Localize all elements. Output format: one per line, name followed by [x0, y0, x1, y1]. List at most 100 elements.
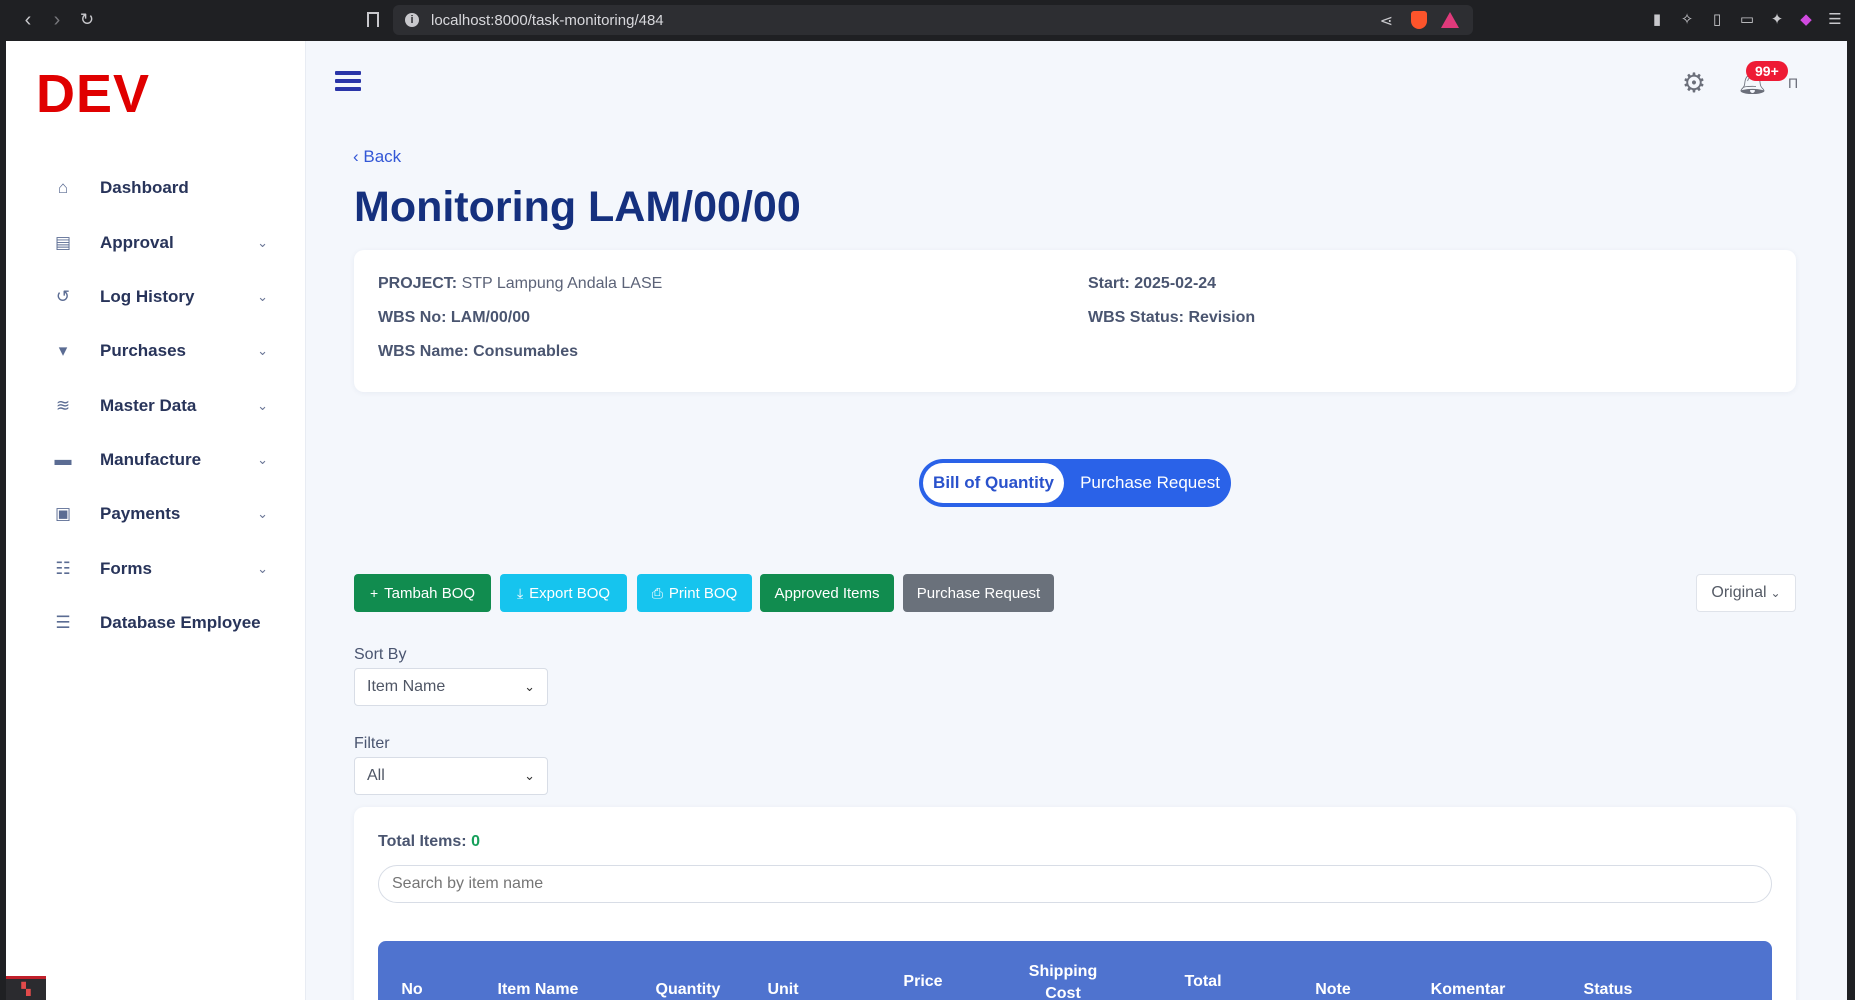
sidebar-item-label: Database Employee	[100, 613, 261, 632]
menu-icon[interactable]: ☰	[1826, 11, 1844, 29]
wbs-no-text: WBS No: LAM/00/00	[378, 309, 531, 326]
items-table-header: No Item Name Quantity Unit Price Shippin…	[378, 941, 1772, 1000]
sidebar-item-label: Forms	[100, 559, 152, 578]
item-search-input[interactable]	[378, 865, 1772, 903]
chevron-down-icon: ⌄	[257, 343, 268, 358]
column-header[interactable]: Note	[1298, 981, 1368, 999]
total-items-label: Total Items:	[378, 833, 467, 850]
print-icon: ⎙	[651, 584, 663, 601]
column-header[interactable]: Total	[1168, 973, 1238, 991]
leo-icon[interactable]: ✦	[1768, 11, 1786, 29]
gear-icon[interactable]: ⚙	[1680, 69, 1708, 97]
approved-items-button[interactable]: Approved Items	[760, 574, 894, 612]
sidebar: DEV ⌂ Dashboard ▤ Approval ⌄ ↺ Log Histo…	[6, 41, 306, 1000]
sidebar-item-forms[interactable]: ☷ Forms ⌄	[52, 549, 268, 589]
share-icon[interactable]: ⋖	[1380, 11, 1393, 31]
chevron-down-icon: ⌄	[257, 235, 268, 250]
approval-icon: ▤	[54, 233, 72, 252]
chevron-down-icon: ⌄	[257, 452, 268, 467]
sidebar-toggle-icon[interactable]: ▯	[1708, 11, 1726, 29]
chevron-down-icon: ⌄	[524, 679, 535, 694]
back-link[interactable]: ‹ Back	[353, 147, 401, 167]
total-items: Total Items: 0	[378, 833, 480, 851]
bookmark-icon[interactable]	[367, 12, 379, 27]
view-toggle: Bill of Quantity Purchase Request	[919, 459, 1231, 507]
app-logo[interactable]: DEV	[36, 63, 150, 125]
column-header[interactable]: Quantity	[643, 981, 733, 999]
filter-value: All	[367, 767, 385, 784]
version-select[interactable]: Original ⌄	[1696, 574, 1796, 612]
reload-icon[interactable]: ↻	[75, 8, 99, 32]
chevron-down-icon: ⌄	[524, 768, 535, 783]
chevron-down-icon: ⌄	[257, 289, 268, 304]
column-header[interactable]: Shipping Cost	[1018, 961, 1108, 1000]
print-boq-label: Print BOQ	[668, 584, 738, 602]
address-bar[interactable]: i localhost:8000/task-monitoring/484 ⋖	[367, 5, 1473, 35]
debugbar-icon[interactable]: ▚	[6, 976, 46, 1000]
sidebar-item-manufacture[interactable]: ▬ Manufacture ⌄	[52, 440, 269, 480]
sidebar-item-label: Master Data	[100, 396, 197, 415]
back-nav-icon[interactable]: ‹	[16, 8, 40, 32]
column-header[interactable]: No	[392, 981, 432, 999]
window-edge	[1847, 41, 1855, 1000]
chevron-down-icon: ⌄	[257, 561, 268, 576]
sidebar-item-approval[interactable]: ▤ Approval ⌄	[52, 223, 268, 263]
notification-badge: 99+	[1746, 61, 1788, 81]
tab-bill-of-quantity[interactable]: Bill of Quantity	[923, 463, 1064, 503]
wbs-status-text: WBS Status: Revision	[1088, 309, 1256, 326]
sidebar-item-purchases[interactable]: ▾ Purchases ⌄	[52, 331, 268, 371]
tambah-boq-button[interactable]: + Tambah BOQ	[354, 574, 491, 612]
database-icon: ≋	[55, 396, 71, 415]
wbs-no: WBS No: LAM/00/00	[378, 309, 530, 327]
brave-shield-icon[interactable]	[1411, 11, 1427, 29]
column-header[interactable]: Komentar	[1413, 981, 1523, 999]
total-items-count: 0	[471, 833, 480, 850]
tambah-boq-label: Tambah BOQ	[384, 584, 476, 602]
wbs-name: WBS Name: Consumables	[378, 343, 578, 361]
history-icon: ↺	[55, 287, 71, 306]
site-info-icon[interactable]: i	[405, 13, 419, 27]
purchase-request-button[interactable]: Purchase Request	[903, 574, 1054, 612]
forward-nav-icon[interactable]: ›	[45, 8, 69, 32]
sidebar-item-label: Approval	[100, 233, 174, 252]
filter-select[interactable]: All ⌄	[354, 757, 548, 795]
column-header[interactable]: Unit	[753, 981, 813, 999]
sidebar-item-database-employee[interactable]: ☰ Database Employee	[52, 603, 268, 643]
home-icon: ⌂	[57, 178, 69, 197]
project-value: STP Lampung Andala LASE	[461, 275, 663, 292]
puzzle-icon[interactable]: ✧	[1678, 11, 1696, 29]
page: DEV ⌂ Dashboard ▤ Approval ⌄ ↺ Log Histo…	[6, 41, 1847, 1000]
sidebar-item-label: Manufacture	[100, 450, 202, 469]
vpn-icon[interactable]: ◆	[1797, 11, 1815, 29]
column-header[interactable]: Price	[888, 973, 958, 991]
print-boq-button[interactable]: ⎙ Print BOQ	[637, 574, 752, 612]
page-title: Monitoring LAM/00/00	[354, 183, 801, 231]
sidebar-item-log-history[interactable]: ↺ Log History ⌄	[52, 277, 268, 317]
list-icon: ☷	[55, 559, 71, 578]
user-avatar-icon[interactable]: Π	[1788, 75, 1798, 91]
url-text[interactable]: localhost:8000/task-monitoring/484	[431, 12, 664, 29]
start-date: Start: 2025-02-24	[1088, 275, 1216, 293]
brave-rewards-icon[interactable]	[1441, 12, 1459, 28]
filter-label: Filter	[354, 735, 390, 752]
sidebar-item-dashboard[interactable]: ⌂ Dashboard	[52, 168, 268, 208]
column-header[interactable]: Item Name	[478, 981, 598, 999]
wallet-icon[interactable]: ▭	[1738, 11, 1756, 29]
hamburger-menu-icon[interactable]	[335, 71, 361, 95]
money-icon: ▣	[54, 504, 72, 523]
start-date-text: Start: 2025-02-24	[1088, 275, 1217, 292]
wbs-name-text: WBS Name: Consumables	[378, 343, 579, 360]
project-info-card: PROJECT: STP Lampung Andala LASE WBS No:…	[354, 250, 1796, 392]
sort-by-select[interactable]: Item Name ⌄	[354, 668, 548, 706]
sidebar-item-payments[interactable]: ▣ Payments ⌄	[52, 494, 268, 534]
cart-icon: ▾	[58, 341, 68, 360]
items-card: Total Items: 0 No Item Name Quantity Uni…	[354, 807, 1796, 1000]
project-info: PROJECT: STP Lampung Andala LASE	[378, 275, 662, 293]
tab-purchase-request[interactable]: Purchase Request	[1072, 463, 1228, 503]
sort-by-value: Item Name	[367, 678, 446, 695]
sidebar-item-master-data[interactable]: ≋ Master Data ⌄	[52, 386, 268, 426]
column-header[interactable]: Status	[1568, 981, 1648, 999]
server-icon: ☰	[55, 613, 71, 632]
extension-icon[interactable]: ▮	[1648, 11, 1666, 29]
export-boq-button[interactable]: ⤓ Export BOQ	[500, 574, 627, 612]
